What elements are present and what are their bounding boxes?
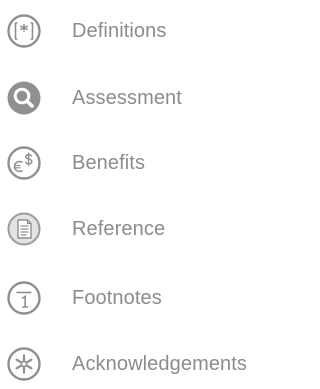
magnifier-icon xyxy=(7,81,41,115)
nav-item-label: Benefits xyxy=(72,151,146,174)
nav-item-label: Footnotes xyxy=(72,286,162,309)
footnote-one-icon xyxy=(7,281,41,315)
nav-item-reference[interactable]: Reference xyxy=(6,207,306,251)
nav-item-label: Acknowledgements xyxy=(72,352,248,375)
asterisk-icon xyxy=(7,347,41,381)
nav-item-benefits[interactable]: Benefits xyxy=(6,141,306,185)
nav-list: Definitions Assessment Benefits Referenc… xyxy=(0,0,309,389)
nav-item-acknowledgements[interactable]: Acknowledgements xyxy=(6,342,306,386)
nav-item-footnotes[interactable]: Footnotes xyxy=(6,276,306,320)
definitions-bracket-asterisk-icon xyxy=(7,14,41,48)
nav-item-label: Definitions xyxy=(72,19,167,42)
nav-item-definitions[interactable]: Definitions xyxy=(6,9,306,53)
document-icon xyxy=(7,212,41,246)
nav-item-label: Reference xyxy=(72,217,166,240)
nav-item-assessment[interactable]: Assessment xyxy=(6,76,306,120)
nav-item-label: Assessment xyxy=(72,86,182,109)
euro-dollar-icon xyxy=(7,146,41,180)
